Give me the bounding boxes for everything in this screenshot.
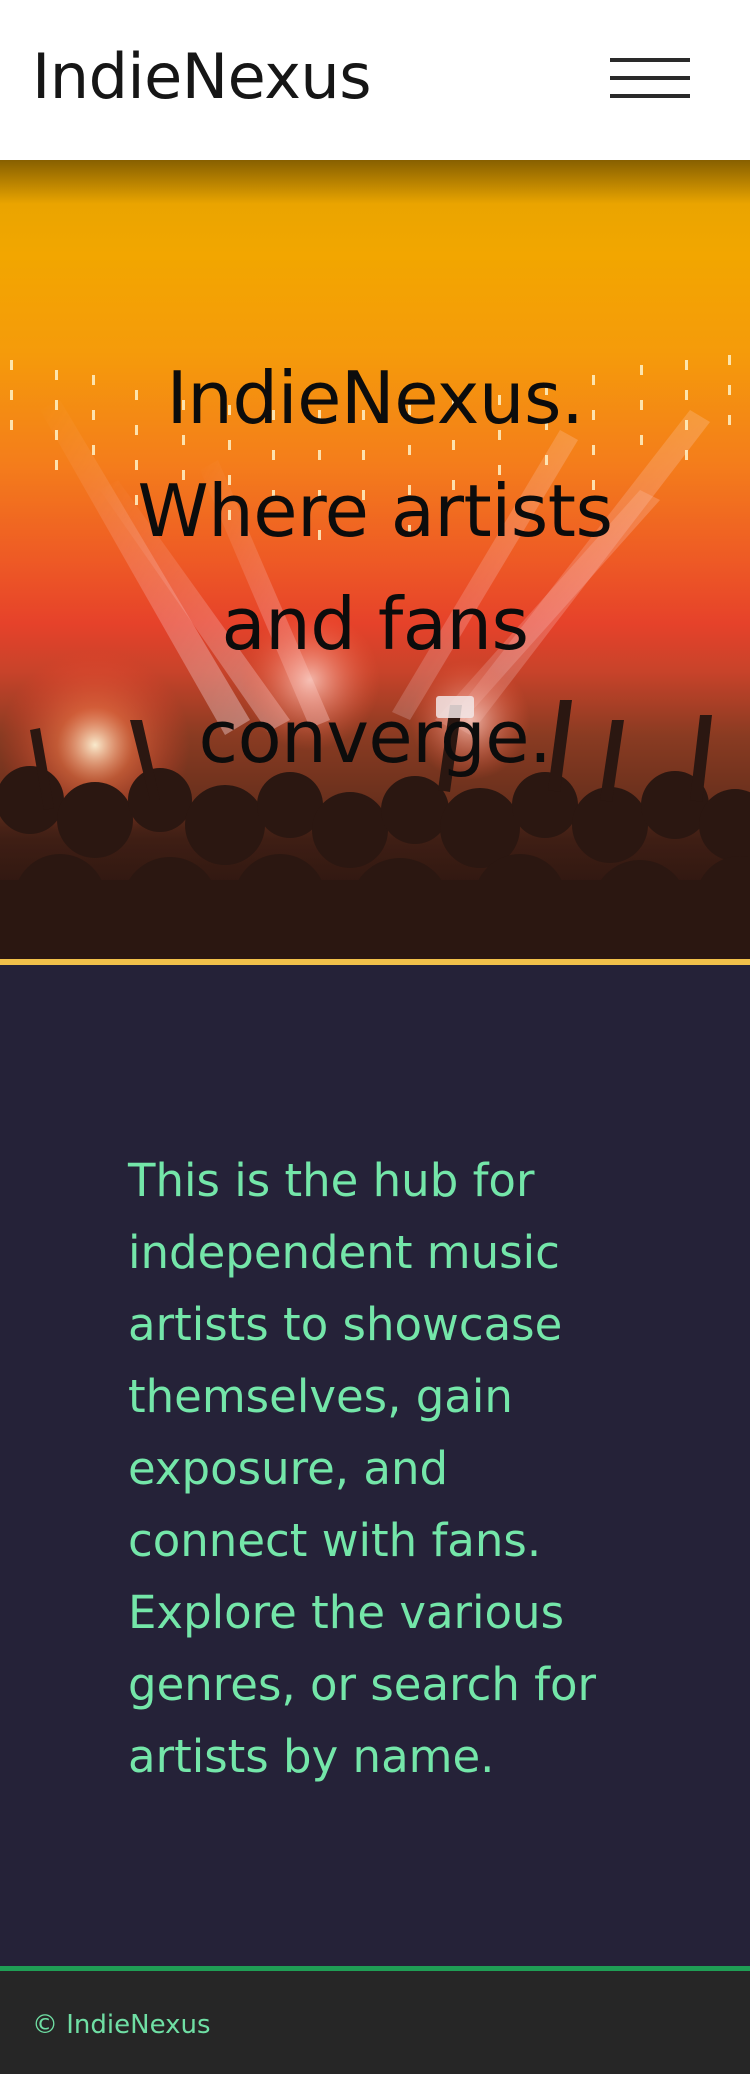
intro-paragraph: This is the hub for independent music ar… [128, 1154, 597, 1783]
hero-title-line: IndieNexus. [166, 356, 584, 440]
menu-bar-top [610, 58, 690, 62]
hero-banner: IndieNexus. Where artists and fans conve… [0, 160, 750, 959]
copyright-text: © IndieNexus [32, 2010, 211, 2040]
hero-title-line: and fans [221, 582, 529, 666]
hero-title-line: Where artists [137, 469, 613, 553]
menu-bar-middle [610, 76, 690, 80]
site-footer: © IndieNexus [0, 1966, 750, 2074]
hamburger-menu-icon[interactable] [598, 48, 692, 116]
hero-title-line: converge. [198, 695, 552, 779]
site-logo[interactable]: IndieNexus [32, 36, 372, 118]
site-header: IndieNexus [0, 0, 750, 160]
hero-title: IndieNexus. Where artists and fans conve… [100, 342, 650, 794]
intro-section: This is the hub for independent music ar… [0, 965, 750, 1966]
menu-bar-bottom [610, 94, 690, 98]
